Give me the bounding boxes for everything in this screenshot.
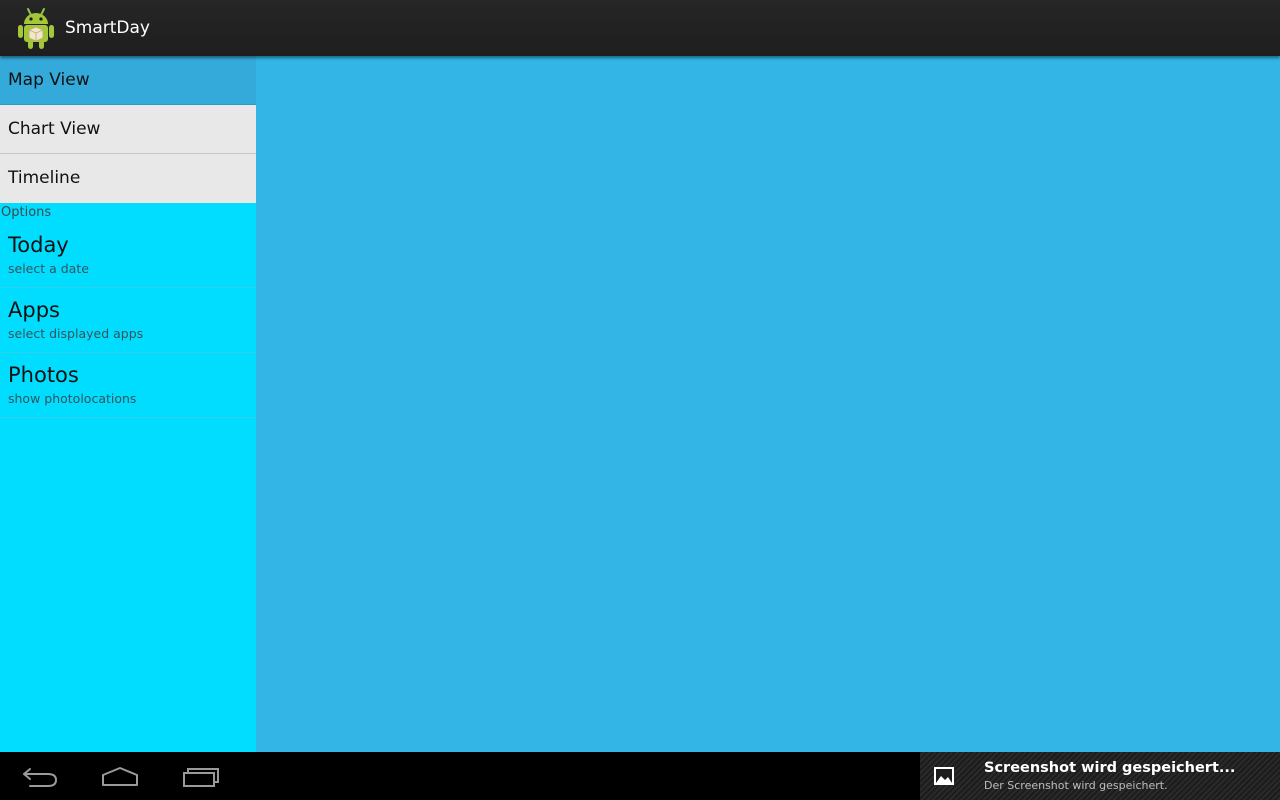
nav-item-label: Map View	[8, 70, 90, 90]
action-bar: SmartDay	[0, 0, 1280, 56]
screenshot-notification[interactable]: Screenshot wird gespeichert... Der Scree…	[920, 752, 1280, 800]
app-title: SmartDay	[65, 18, 150, 38]
option-summary: show photolocations	[8, 391, 137, 406]
nav-item-map-view[interactable]: Map View	[0, 56, 256, 105]
android-robot-icon[interactable]	[16, 6, 56, 50]
recent-apps-icon[interactable]	[177, 760, 225, 794]
nav-item-chart-view[interactable]: Chart View	[0, 105, 256, 154]
notification-text: Der Screenshot wird gespeichert.	[984, 779, 1168, 792]
system-navigation-bar: Screenshot wird gespeichert... Der Scree…	[0, 752, 1280, 800]
option-title: Today	[8, 233, 69, 257]
nav-item-label: Timeline	[8, 168, 81, 188]
option-photos[interactable]: Photos show photolocations	[0, 353, 256, 418]
nav-item-label: Chart View	[8, 119, 101, 139]
option-summary: select displayed apps	[8, 326, 144, 341]
option-title: Apps	[8, 298, 60, 322]
back-icon[interactable]	[16, 760, 64, 794]
option-apps[interactable]: Apps select displayed apps	[0, 288, 256, 353]
image-icon	[932, 764, 956, 788]
option-summary: select a date	[8, 261, 89, 276]
option-today[interactable]: Today select a date	[0, 223, 256, 288]
nav-list: Map View Chart View Timeline	[0, 56, 256, 203]
option-title: Photos	[8, 363, 79, 387]
notification-title: Screenshot wird gespeichert...	[984, 760, 1236, 776]
map-content-area[interactable]	[256, 56, 1280, 752]
home-icon[interactable]	[96, 760, 144, 794]
app-screen: SmartDay Map View Chart View Timeline Op…	[0, 0, 1280, 800]
options-header: Options	[1, 205, 52, 220]
sidebar: Map View Chart View Timeline Options Tod…	[0, 56, 256, 752]
nav-item-timeline[interactable]: Timeline	[0, 154, 256, 203]
